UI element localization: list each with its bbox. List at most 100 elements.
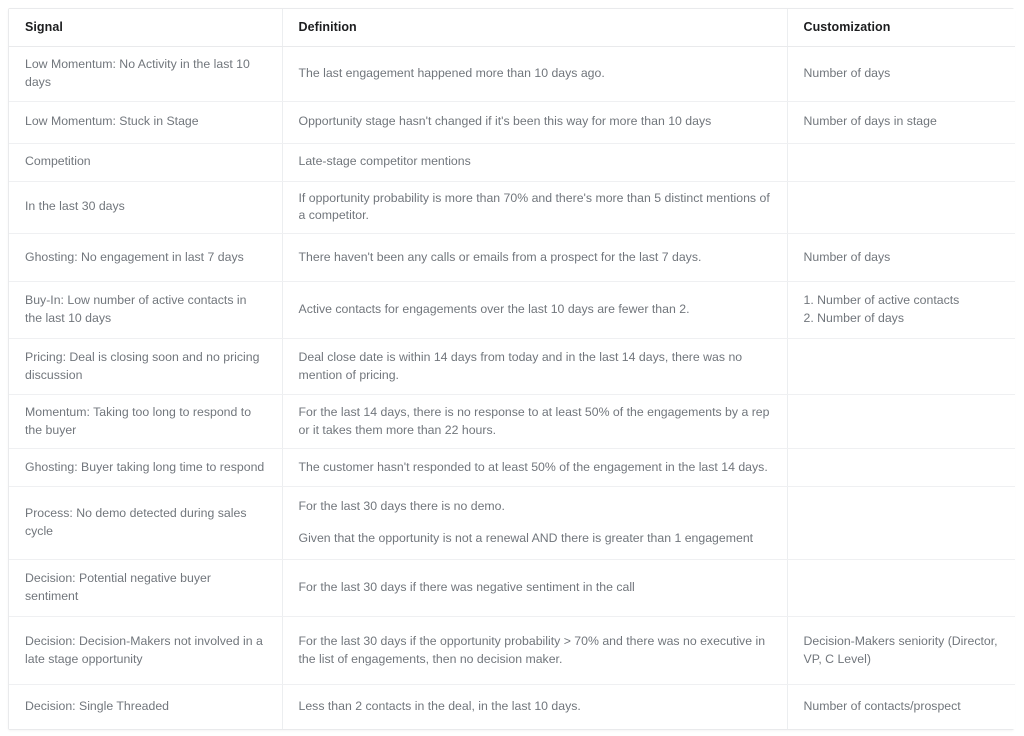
cell-definition: For the last 30 days there is no demo. Gi… — [282, 486, 788, 561]
cell-signal: Ghosting: Buyer taking long time to resp… — [9, 448, 283, 488]
definition-line: Late-stage competitor mentions — [298, 154, 471, 169]
page-root: Signal Definition Customization Low Mome… — [0, 0, 1024, 736]
table-row: Momentum: Taking too long to respond to … — [9, 394, 1015, 450]
cell-customization — [787, 338, 1015, 396]
cell-customization — [787, 448, 1015, 488]
definition-lines: For the last 30 days if there was negati… — [299, 579, 771, 597]
definition-lines: For the last 30 days if the opportunity … — [299, 633, 771, 669]
table-row: Low Momentum: No Activity in the last 10… — [9, 46, 1015, 102]
cell-signal: In the last 30 days — [9, 181, 283, 235]
definition-line: For the last 30 days there is no demo. — [298, 499, 505, 514]
cell-customization: Decision-Makers seniority (Director, VP,… — [787, 616, 1015, 686]
cell-customization: Number of days in stage — [787, 101, 1015, 144]
definition-line: There haven't been any calls or emails f… — [298, 249, 702, 264]
cell-customization — [787, 486, 1015, 561]
definition-line: Deal close date is within 14 days from t… — [298, 349, 743, 382]
customization-lines: Number of contacts/prospect — [804, 698, 1000, 716]
cell-signal: Decision: Decision-Makers not involved i… — [9, 616, 283, 686]
customization-line: Number of days in stage — [803, 114, 937, 129]
table-row: Process: No demo detected during sales c… — [9, 486, 1015, 561]
definition-lines: The last engagement happened more than 1… — [299, 65, 771, 83]
column-header-customization: Customization — [787, 9, 1015, 47]
definition-line: Less than 2 contacts in the deal, in the… — [298, 698, 581, 713]
definition-line: If opportunity probability is more than … — [298, 190, 770, 223]
table-row: Ghosting: Buyer taking long time to resp… — [9, 448, 1015, 488]
cell-signal: Pricing: Deal is closing soon and no pri… — [9, 338, 283, 396]
cell-definition: Deal close date is within 14 days from t… — [282, 338, 788, 396]
definition-lines: Late-stage competitor mentions — [299, 153, 771, 171]
cell-customization: 1. Number of active contacts 2. Number of… — [787, 281, 1015, 340]
cell-signal: Decision: Potential negative buyer senti… — [9, 559, 283, 618]
cell-definition: For the last 14 days, there is no respon… — [282, 394, 788, 450]
definition-lines: Deal close date is within 14 days from t… — [299, 349, 771, 385]
cell-signal: Low Momentum: No Activity in the last 10… — [9, 46, 283, 102]
table-row: Low Momentum: Stuck in Stage Opportunity … — [9, 101, 1015, 144]
cell-customization — [787, 143, 1015, 182]
customization-line: Number of contacts/prospect — [803, 698, 961, 713]
cell-customization — [787, 181, 1015, 235]
definition-line: The customer hasn't responded to at leas… — [298, 459, 768, 474]
column-header-definition: Definition — [282, 9, 788, 47]
customization-line: 1. Number of active contacts — [803, 293, 960, 308]
table-row: Competition Late-stage competitor mention… — [9, 143, 1015, 182]
definition-lines: Opportunity stage hasn't changed if it's… — [299, 113, 771, 131]
customization-lines: Number of days — [804, 249, 1000, 267]
table-row: Ghosting: No engagement in last 7 days Th… — [9, 233, 1015, 283]
definition-line: For the last 30 days if the opportunity … — [298, 633, 766, 666]
cell-definition: Less than 2 contacts in the deal, in the… — [282, 684, 788, 729]
customization-lines: Number of days in stage — [804, 113, 1000, 131]
cell-customization: Number of days — [787, 233, 1015, 283]
definition-line: For the last 30 days if there was negati… — [298, 580, 635, 595]
definition-line: The last engagement happened more than 1… — [298, 65, 605, 80]
definition-lines: If opportunity probability is more than … — [299, 190, 771, 226]
customization-line: 2. Number of days — [803, 311, 904, 326]
definition-lines: For the last 30 days there is no demo. Gi… — [299, 498, 771, 548]
cell-signal: Process: No demo detected during sales c… — [9, 486, 283, 561]
definition-lines: There haven't been any calls or emails f… — [299, 249, 771, 267]
table-header-row: Signal Definition Customization — [9, 9, 1015, 47]
table-row: Decision: Decision-Makers not involved i… — [9, 616, 1015, 686]
table-row: Decision: Potential negative buyer senti… — [9, 559, 1015, 618]
definition-line: Active contacts for engagements over the… — [298, 302, 690, 317]
cell-signal: Momentum: Taking too long to respond to … — [9, 394, 283, 450]
table-body: Low Momentum: No Activity in the last 10… — [9, 46, 1015, 729]
cell-definition: If opportunity probability is more than … — [282, 181, 788, 235]
signals-table: Signal Definition Customization Low Mome… — [9, 9, 1015, 729]
customization-line: Decision-Makers seniority (Director, VP,… — [803, 633, 998, 666]
cell-definition: Late-stage competitor mentions — [282, 143, 788, 182]
cell-definition: The last engagement happened more than 1… — [282, 46, 788, 102]
table-row: Buy-In: Low number of active contacts in… — [9, 281, 1015, 340]
customization-line: Number of days — [803, 249, 891, 264]
definition-lines: Active contacts for engagements over the… — [299, 301, 771, 319]
cell-customization — [787, 394, 1015, 450]
cell-definition: For the last 30 days if the opportunity … — [282, 616, 788, 686]
definition-lines: Less than 2 contacts in the deal, in the… — [299, 698, 771, 716]
table-row: In the last 30 days If opportunity probab… — [9, 181, 1015, 235]
cell-customization — [787, 559, 1015, 618]
definition-lines: The customer hasn't responded to at leas… — [299, 459, 771, 477]
customization-line: Number of days — [803, 65, 891, 80]
cell-definition: There haven't been any calls or emails f… — [282, 233, 788, 283]
definition-line: Opportunity stage hasn't changed if it's… — [298, 114, 712, 129]
definition-lines: For the last 14 days, there is no respon… — [299, 404, 771, 440]
cell-definition: Active contacts for engagements over the… — [282, 281, 788, 340]
cell-signal: Low Momentum: Stuck in Stage — [9, 101, 283, 144]
signals-table-container: Signal Definition Customization Low Mome… — [8, 8, 1015, 730]
definition-line: For the last 14 days, there is no respon… — [298, 404, 770, 437]
table-row: Decision: Single Threaded Less than 2 con… — [9, 684, 1015, 729]
table-row: Pricing: Deal is closing soon and no pri… — [9, 338, 1015, 396]
cell-signal: Decision: Single Threaded — [9, 684, 283, 729]
cell-signal: Competition — [9, 143, 283, 182]
cell-signal: Buy-In: Low number of active contacts in… — [9, 281, 283, 340]
cell-definition: For the last 30 days if there was negati… — [282, 559, 788, 618]
cell-definition: The customer hasn't responded to at leas… — [282, 448, 788, 488]
cell-definition: Opportunity stage hasn't changed if it's… — [282, 101, 788, 144]
cell-signal: Ghosting: No engagement in last 7 days — [9, 233, 283, 283]
customization-lines: 1. Number of active contacts 2. Number of… — [804, 292, 1000, 328]
definition-line: Given that the opportunity is not a rene… — [298, 531, 754, 546]
cell-customization: Number of contacts/prospect — [787, 684, 1015, 729]
table-header: Signal Definition Customization — [9, 9, 1015, 47]
column-header-signal: Signal — [9, 9, 283, 47]
customization-lines: Decision-Makers seniority (Director, VP,… — [804, 633, 1000, 669]
cell-customization: Number of days — [787, 46, 1015, 102]
